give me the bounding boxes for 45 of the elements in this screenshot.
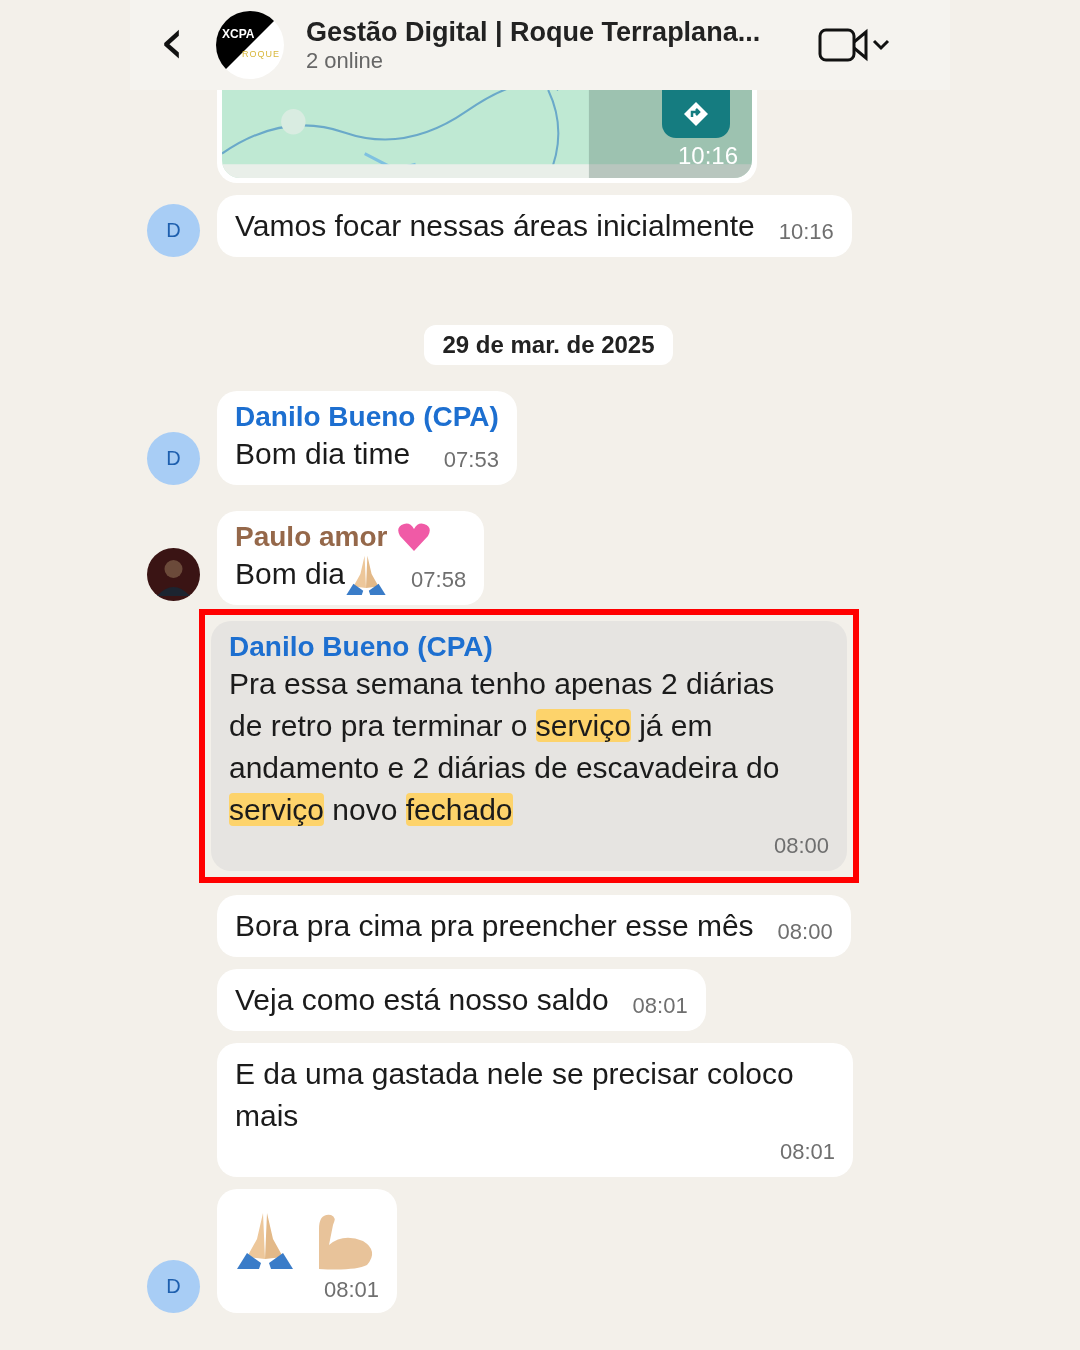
message-time: 10:16 xyxy=(677,142,738,170)
date-separator: 29 de mar. de 2025 xyxy=(424,325,673,365)
message-time: 08:00 xyxy=(776,918,833,946)
avatar[interactable]: D xyxy=(147,204,200,257)
message-text: Pra essa semana tenho apenas 2 diárias de retro pra terminar o serviço já em andamento e 2 diárias de escavadeira do serviço novo fechado xyxy=(229,666,781,828)
message-bubble[interactable]: Bora pra cima pra preencher esse mês 08:00 xyxy=(217,895,851,957)
avatar[interactable]: D xyxy=(147,432,200,485)
avatar[interactable]: D xyxy=(147,1260,200,1313)
message-text: Vamos focar nessas áreas inicialmente xyxy=(235,208,755,244)
chevron-down-icon xyxy=(872,39,890,51)
message-time: 08:01 xyxy=(631,992,688,1020)
directions-button[interactable] xyxy=(662,90,730,138)
message-bubble[interactable]: Paulo amor Bom dia 07:58 xyxy=(217,511,485,605)
message-time: 07:53 xyxy=(442,446,499,474)
sender-name[interactable]: Danilo Bueno (CPA) xyxy=(229,631,493,663)
chat-title[interactable]: Gestão Digital | Roque Terraplana... xyxy=(306,16,796,48)
online-count: 2 online xyxy=(306,47,385,74)
praying-hands-icon xyxy=(345,553,388,595)
sender-name[interactable]: Danilo Bueno (CPA) xyxy=(235,401,499,433)
message-time: 07:58 xyxy=(410,566,467,594)
logo-text: XCPA xyxy=(222,27,255,41)
message-text: Veja como está nosso saldo xyxy=(235,982,609,1018)
heart-icon xyxy=(397,521,432,553)
directions-icon xyxy=(683,101,709,127)
message-bubble[interactable]: Danilo Bueno (CPA) Bom dia time 07:53 xyxy=(217,391,517,485)
message-time: 08:01 xyxy=(322,1277,379,1303)
message-time: 08:00 xyxy=(772,832,829,860)
message-text: Bora pra cima pra preencher esse mês xyxy=(235,908,754,944)
logo-text: ROQUE xyxy=(242,49,280,59)
emoji-message[interactable]: 08:01 xyxy=(217,1189,397,1313)
message-time: 10:16 xyxy=(777,218,834,246)
message-bubble[interactable]: Danilo Bueno (CPA) Pra essa semana tenho apenas 2 diárias de retro pra terminar o serviço já em andamento e 2 diárias de escavadeira do serviço novo fechado 08:00 xyxy=(211,621,847,871)
video-camera-icon xyxy=(818,28,870,62)
message-bubble[interactable]: Veja como está nosso saldo 08:01 xyxy=(217,969,706,1031)
sender-name[interactable]: Paulo amor xyxy=(235,521,388,553)
message-text: Bom dia time xyxy=(235,436,411,472)
message-text: E da uma gastada nele se precisar coloco mais xyxy=(235,1056,795,1134)
message-text: Bom dia xyxy=(235,556,346,592)
back-button[interactable]: ‹ xyxy=(150,9,194,81)
avatar[interactable] xyxy=(147,548,200,601)
video-call-button[interactable] xyxy=(818,28,890,62)
message-bubble[interactable]: E da uma gastada nele se precisar coloco mais 08:01 xyxy=(217,1043,853,1177)
message-time: 08:01 xyxy=(778,1138,835,1166)
group-logo[interactable]: XCPA ROQUE xyxy=(216,11,284,79)
message-bubble[interactable]: Vamos focar nessas áreas inicialmente 10:16 xyxy=(217,195,852,257)
